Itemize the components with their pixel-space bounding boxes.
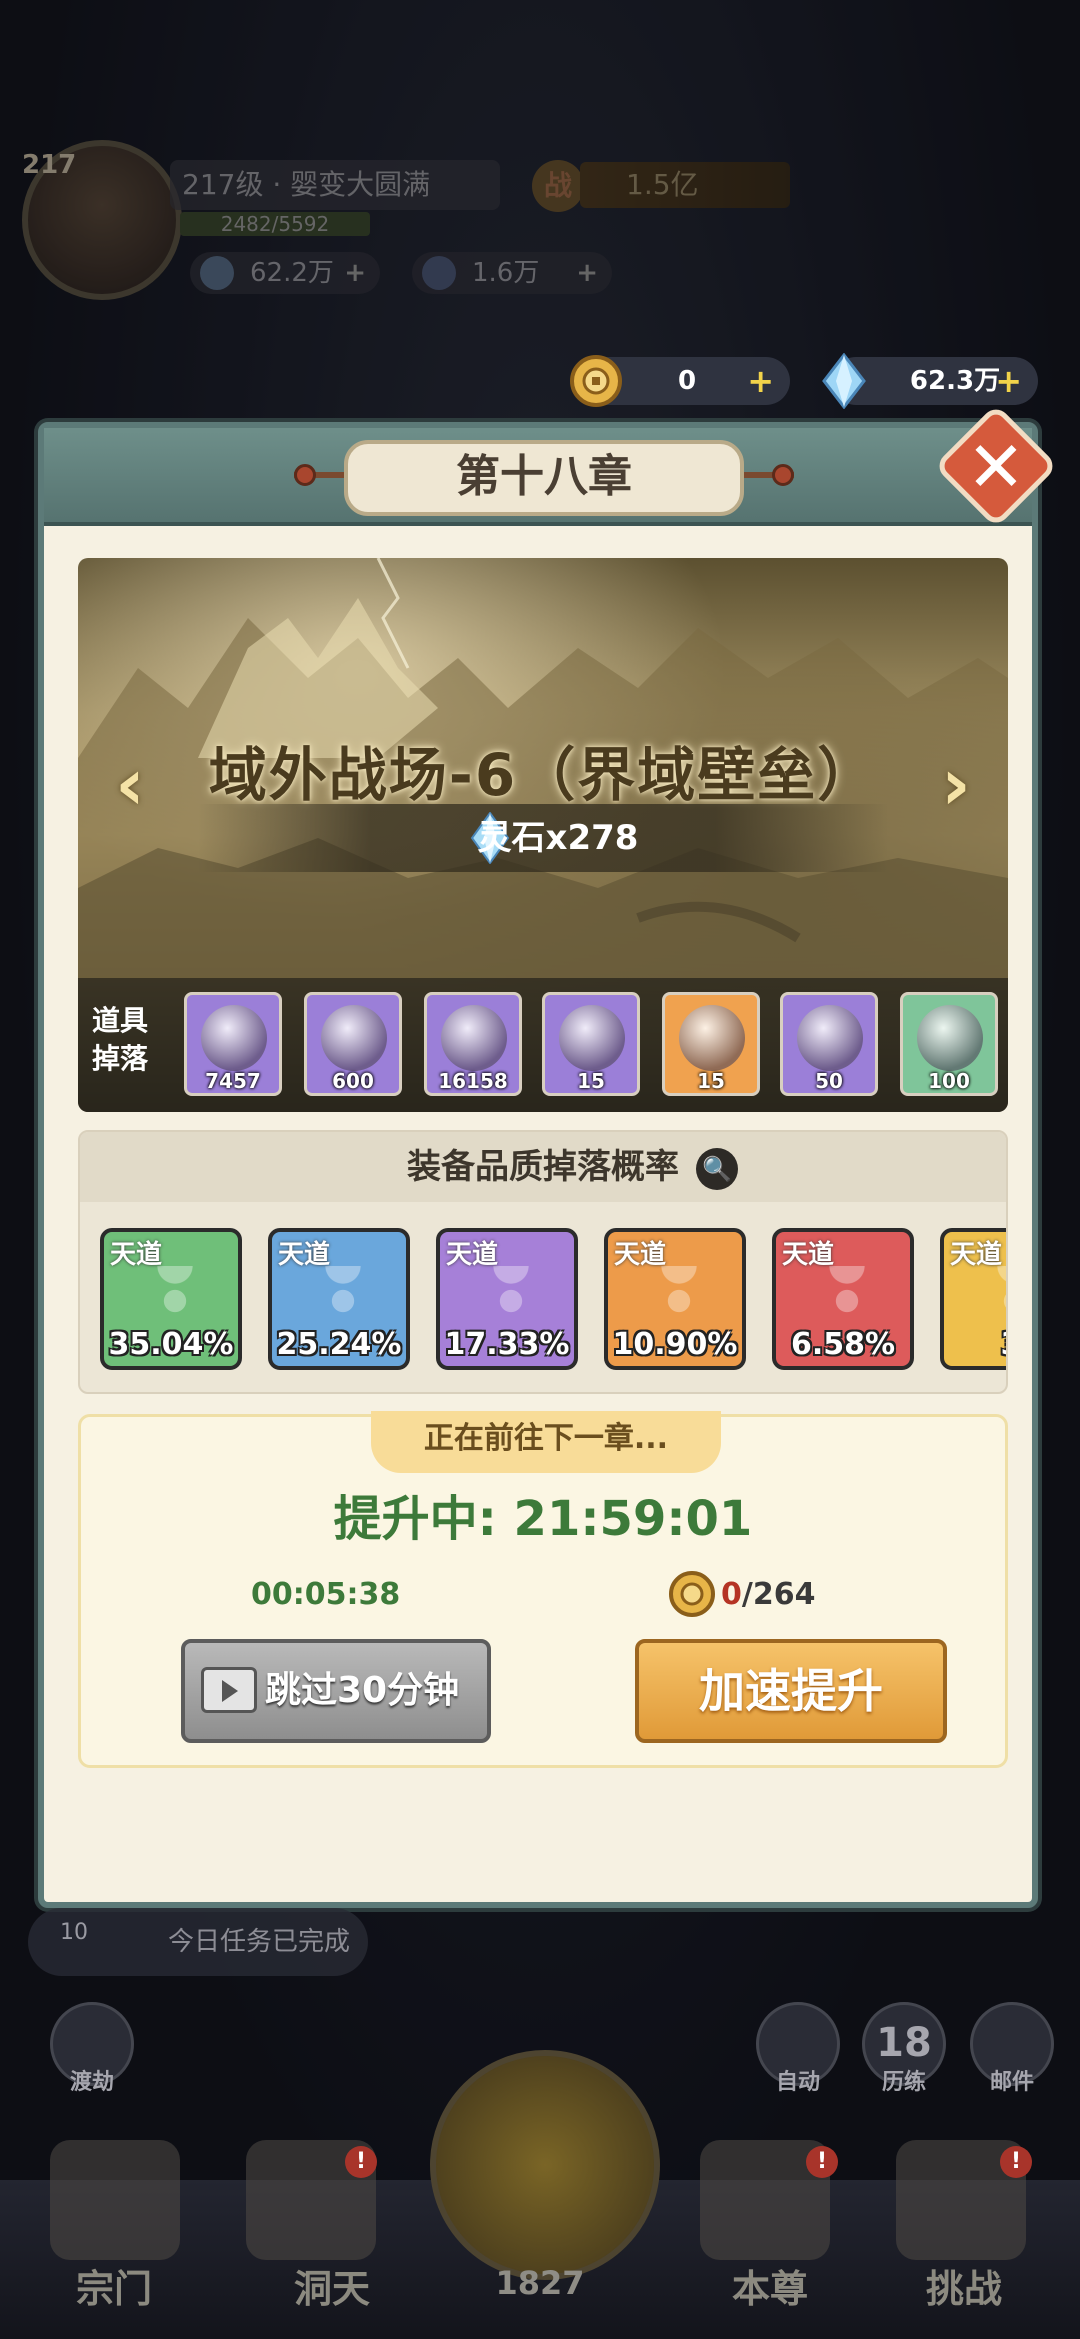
- quality-tier: 天道: [782, 1240, 835, 1270]
- flower-emblem-icon: [980, 1266, 1006, 1336]
- nav-challenge[interactable]: 挑战: [894, 2258, 1034, 2313]
- scroll-icon: [559, 1005, 625, 1071]
- drop-item-count: 7457: [205, 1069, 261, 1093]
- chapter-title: 第十八章: [344, 440, 744, 516]
- card-icon: [797, 1005, 863, 1071]
- drop-item-count: 16158: [438, 1069, 508, 1093]
- coin-icon: [570, 355, 622, 407]
- quality-card: 天道 25.24%: [268, 1228, 410, 1370]
- daily-task-count: 10: [60, 1920, 88, 1945]
- tribulation-label: 渡劫: [69, 2070, 114, 2095]
- auto-label: 自动: [775, 2070, 820, 2095]
- quality-card: 天道 3: [940, 1228, 1006, 1370]
- flower-emblem-icon: [812, 1266, 882, 1336]
- quality-percentage: 3: [944, 1327, 1006, 1362]
- sect-icon[interactable]: [50, 2140, 180, 2260]
- drop-item[interactable]: 50: [780, 992, 878, 1096]
- speed-up-button[interactable]: 加速提升: [635, 1639, 947, 1743]
- rope-knot-left: [294, 464, 316, 486]
- speedup-cost: 0/264: [721, 1577, 815, 1612]
- quality-card: 天道 6.58%: [772, 1228, 914, 1370]
- quality-title: 装备品质掉落概率: [80, 1132, 1006, 1202]
- quality-tier: 天道: [614, 1240, 667, 1270]
- quality-tier: 天道: [110, 1240, 163, 1270]
- stage-reward-text: 灵石x278: [477, 818, 639, 858]
- quality-card: 天道 35.04%: [100, 1228, 242, 1370]
- drop-item[interactable]: 600: [304, 992, 402, 1096]
- rope-knot-right: [772, 464, 794, 486]
- quality-percentage: 6.58%: [790, 1327, 896, 1362]
- quality-tier: 天道: [278, 1240, 331, 1270]
- drop-item-count: 15: [577, 1069, 605, 1093]
- flower-emblem-icon: [644, 1266, 714, 1336]
- skip-button-label: 跳过30分钟: [265, 1670, 460, 1711]
- drop-item-count: 50: [815, 1069, 843, 1093]
- quality-percentage: 35.04%: [108, 1327, 234, 1362]
- drop-item[interactable]: 15: [542, 992, 640, 1096]
- drops-label: 道具掉落: [91, 1004, 148, 1075]
- progress-timer: 提升中: 21:59:01: [333, 1491, 753, 1547]
- search-icon[interactable]: 🔍: [696, 1148, 738, 1190]
- drop-item[interactable]: 16158: [424, 992, 522, 1096]
- coin-counter[interactable]: 0 +: [570, 355, 790, 407]
- quality-tier: 天道: [950, 1240, 1003, 1270]
- gem-plus-icon[interactable]: +: [995, 357, 1022, 405]
- progress-status-tab: 正在前往下一章...: [371, 1411, 721, 1473]
- skip-countdown: 00:05:38: [251, 1577, 401, 1612]
- vase-icon: [321, 1005, 387, 1071]
- coin-plus-icon[interactable]: +: [747, 357, 774, 405]
- flower-emblem-icon: [140, 1266, 210, 1336]
- skip-30min-button[interactable]: 跳过30分钟: [181, 1639, 491, 1743]
- cost-need: /264: [741, 1577, 816, 1612]
- coin-value: 0: [677, 366, 697, 396]
- red-beast-icon: [917, 1005, 983, 1071]
- quality-card: 天道 10.90%: [604, 1228, 746, 1370]
- drop-item[interactable]: 15: [662, 992, 760, 1096]
- video-ad-icon: [201, 1667, 257, 1713]
- crystal-ball-icon: [679, 1005, 745, 1071]
- nav-character[interactable]: 本尊: [700, 2258, 840, 2313]
- cost-have: 0: [721, 1577, 742, 1612]
- close-icon: ✕: [966, 426, 1026, 508]
- orb-icon: [441, 1005, 507, 1071]
- quality-percentage: 10.90%: [612, 1327, 738, 1362]
- sword-main-button[interactable]: [430, 2050, 660, 2280]
- ore-icon: [201, 1005, 267, 1071]
- quality-card: 天道 17.33%: [436, 1228, 578, 1370]
- drop-item-count: 15: [697, 1069, 725, 1093]
- stage-banner: ‹ › 域外战场-6（界域壁垒） 灵石x278 道具掉落 7457 600 1615…: [78, 558, 1008, 1112]
- training-count: 18: [876, 2020, 932, 2066]
- drop-item-count: 100: [928, 1069, 970, 1093]
- drop-item-count: 600: [332, 1069, 374, 1093]
- challenge-badge: !: [1000, 2146, 1032, 2178]
- drop-item[interactable]: 7457: [184, 992, 282, 1096]
- flower-emblem-icon: [308, 1266, 378, 1336]
- gem-counter[interactable]: 62.3万 +: [822, 353, 1038, 409]
- quality-drop-rates: 装备品质掉落概率 🔍 天道 35.04% 天道 25.24% 天道 17.33% 天道 10.…: [78, 1130, 1008, 1394]
- quality-percentage: 17.33%: [444, 1327, 570, 1362]
- drop-item[interactable]: 100: [900, 992, 998, 1096]
- training-label: 历练: [881, 2070, 926, 2095]
- coin-icon: [669, 1571, 715, 1617]
- gem-icon: [822, 353, 866, 409]
- prev-stage-arrow[interactable]: ‹: [106, 744, 154, 824]
- next-stage-arrow[interactable]: ›: [932, 744, 980, 824]
- item-drops: 道具掉落 7457 600 16158 15 15 50 100: [78, 978, 1008, 1112]
- mail-label: 邮件: [989, 2070, 1034, 2095]
- cave-badge: !: [345, 2146, 377, 2178]
- chapter-progress-panel: 正在前往下一章... 提升中: 21:59:01 00:05:38 0/264 …: [78, 1411, 1008, 1768]
- gem-value: 62.3万: [909, 366, 1001, 396]
- modal-header: 第十八章: [44, 428, 1032, 526]
- quality-tier: 天道: [446, 1240, 499, 1270]
- stage-name: 域外战场-6（界域壁垒）: [208, 741, 878, 809]
- character-badge: !: [806, 2146, 838, 2178]
- quality-percentage: 25.24%: [276, 1327, 402, 1362]
- flower-emblem-icon: [476, 1266, 546, 1336]
- chapter-modal: 第十八章 ✕ ‹ › 域外战场-6（界域壁垒） 灵石x278 道具掉落 7457…: [38, 403, 1059, 1908]
- daily-task-text: 今日任务已完成: [168, 1927, 351, 1957]
- stage-reward: 灵石x278: [198, 804, 888, 872]
